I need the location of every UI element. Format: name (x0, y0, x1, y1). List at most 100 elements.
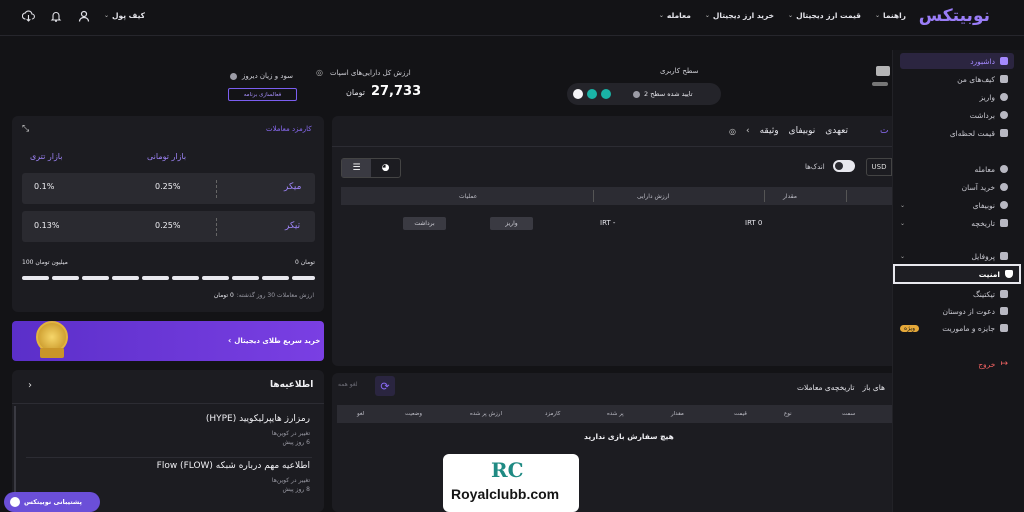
news-item-time: 6 روز پیش (282, 439, 310, 446)
deposit-button[interactable]: واریز (490, 217, 533, 230)
user-level-label: سطح کاربری (660, 67, 699, 75)
sidebar-item-label: برداشت (969, 110, 995, 120)
tab-collateral[interactable]: وثیقه (760, 126, 779, 136)
assets-label: ارزش کل دارایی‌های اسپات (330, 69, 411, 77)
col-price: قیمت (734, 411, 747, 417)
tab-nobify[interactable]: نوبیفای (789, 126, 816, 136)
orders-table-header: سمت نوع قیمت مقدار پر شده کارمزد ارزش پر… (337, 405, 892, 423)
tab-spot-active[interactable]: ت (880, 126, 892, 138)
sidebar-item-trade[interactable]: معامله (900, 161, 1014, 177)
cloud-download-icon[interactable] (21, 10, 35, 22)
sidebar-item-label: تاریخچه (971, 218, 995, 228)
nobify-icon (1000, 201, 1008, 209)
shield-icon (1005, 270, 1013, 278)
gold-banner-label: خرید سریع طلای دیجیتال (234, 336, 321, 345)
trophy-icon (1000, 324, 1008, 332)
chevron-down-icon: ⌄ (104, 12, 110, 19)
currency-select[interactable]: USD (866, 158, 892, 176)
pie-view-icon[interactable]: ◕ (371, 159, 400, 177)
logo[interactable]: نوبیتکس (919, 6, 990, 26)
nav-crypto-price[interactable]: قیمت ارز دیجیتال ⌄ (788, 11, 861, 20)
col-divider (764, 190, 765, 202)
sidebar-item-prices[interactable]: قیمت لحظه‌ای (900, 125, 1014, 141)
level-dot-teal (587, 89, 597, 99)
orders-tabs: تاریخچه‌ی معاملات های باز (797, 383, 885, 392)
cancel-all-label[interactable]: لغو همه (338, 381, 358, 388)
nav-help[interactable]: راهنما ⌄ (875, 11, 906, 20)
col-fee: کارمزد (545, 411, 561, 417)
nav-buy-crypto-label: خرید ارز دیجیتال (712, 11, 775, 20)
sidebar-item-ticketing[interactable]: تیکتینگ (900, 286, 1014, 302)
sidebar-item-history[interactable]: تاریخچه ⌄ (900, 215, 1014, 231)
deposit-icon (1000, 93, 1008, 101)
tab-margin[interactable]: تعهدی (825, 126, 848, 136)
eye-off-icon[interactable]: ◎ (316, 68, 323, 77)
expand-icon[interactable]: ⤡ (22, 124, 29, 134)
chevron-down-icon: ⌄ (788, 12, 794, 19)
assets-value: 27,733 (370, 84, 422, 99)
col-amount: مقدار (671, 411, 684, 417)
price-icon (1000, 129, 1008, 137)
sidebar-item-profile[interactable]: پروفایل ⌄ (900, 248, 1014, 264)
volume-30-days: ارزش معاملات 30 روز گذشته: 0 تومان (214, 292, 314, 299)
volume-segment (172, 276, 199, 280)
chevron-right-icon[interactable]: › (28, 380, 32, 391)
sidebar-item-deposit[interactable]: واریز (900, 89, 1014, 105)
withdraw-button[interactable]: برداشت (403, 217, 446, 230)
chevron-down-icon: ⌄ (658, 12, 664, 19)
eye-off-icon[interactable]: ◎ (729, 127, 736, 136)
profile-icon (1000, 252, 1008, 260)
dashboard-icon (1000, 57, 1008, 65)
tabs-row: ◎ ‹ وثیقه نوبیفای تعهدی (729, 126, 848, 136)
col-divider (846, 190, 847, 202)
chevron-down-icon: ⌄ (900, 201, 906, 209)
ticket-icon (1000, 290, 1008, 298)
chevron-left-icon[interactable]: ‹ (746, 126, 750, 136)
col-side: سمت (842, 411, 856, 417)
logout-button[interactable]: ↦ خروج (900, 356, 1014, 372)
user-level-card[interactable]: تایید شده سطح 2 (567, 83, 721, 105)
sidebar-item-easy-buy[interactable]: خرید آسان (900, 179, 1014, 195)
col-status: وضعیت (405, 411, 423, 417)
list-view-icon[interactable]: ☰ (342, 159, 371, 177)
wallet-icon (1000, 75, 1008, 83)
news-item-category: تغییر در کوین‌ها (271, 430, 310, 437)
info-icon (633, 90, 640, 98)
user-icon[interactable] (78, 10, 90, 22)
assets-card (332, 116, 892, 366)
sidebar-item-dashboard[interactable]: داشبورد (900, 53, 1014, 69)
col-filled-value: ارزش پر شده (470, 411, 502, 417)
news-item[interactable]: رمزارز هایپرلیکویید (HYPE) تغییر در کوین… (20, 414, 310, 446)
volume-segment (262, 276, 289, 280)
maker-tether-fee: 0.1% (34, 182, 55, 191)
sidebar-item-withdraw[interactable]: برداشت (900, 107, 1014, 123)
chevron-down-icon: ⌄ (900, 252, 906, 260)
chevron-down-icon: ⌄ (900, 219, 906, 227)
level-dot-white (573, 89, 583, 99)
sidebar-item-wallets[interactable]: کیف‌های من (900, 71, 1014, 87)
logout-label: خروج (978, 359, 996, 369)
assets-table-header: مقدار ارزش دارایی عملیات (341, 187, 892, 205)
activate-program-button[interactable]: فعالسازی برنامه (228, 88, 297, 101)
small-balances-toggle[interactable] (833, 160, 855, 172)
sidebar-item-security[interactable]: امنیت (893, 264, 1021, 284)
sidebar-item-nobify[interactable]: نوبیفای ⌄ (900, 197, 1014, 213)
sidebar-item-invite[interactable]: دعوت از دوستان (900, 303, 1014, 319)
assets-value-row: تومان 27,733 (346, 84, 421, 99)
volume-segment (202, 276, 229, 280)
tab-trade-history[interactable]: تاریخچه‌ی معاملات (797, 383, 855, 392)
news-item[interactable]: اطلاعیه مهم درباره شبکه Flow (FLOW) تغیی… (20, 461, 310, 493)
col-divider (593, 190, 594, 202)
bell-icon[interactable] (50, 10, 62, 22)
news-item-title: اطلاعیه مهم درباره شبکه Flow (FLOW) (156, 461, 310, 471)
tabs-underline (332, 146, 892, 147)
nav-buy-crypto[interactable]: خرید ارز دیجیتال ⌄ (705, 11, 774, 20)
support-button[interactable]: پشتیبانی نوبیتکس (4, 492, 100, 512)
refresh-icon[interactable]: ⟳ (375, 376, 395, 396)
nav-trade[interactable]: معامله ⌄ (659, 11, 691, 20)
tab-open-orders[interactable]: های باز (863, 383, 886, 392)
wallet-menu[interactable]: ⌄ کیف پول (104, 11, 145, 20)
news-item-title: رمزارز هایپرلیکویید (HYPE) (205, 414, 310, 424)
toggle-knob (835, 162, 843, 170)
sidebar-item-rewards[interactable]: جایزه و ماموریت ویژه (900, 320, 1014, 336)
